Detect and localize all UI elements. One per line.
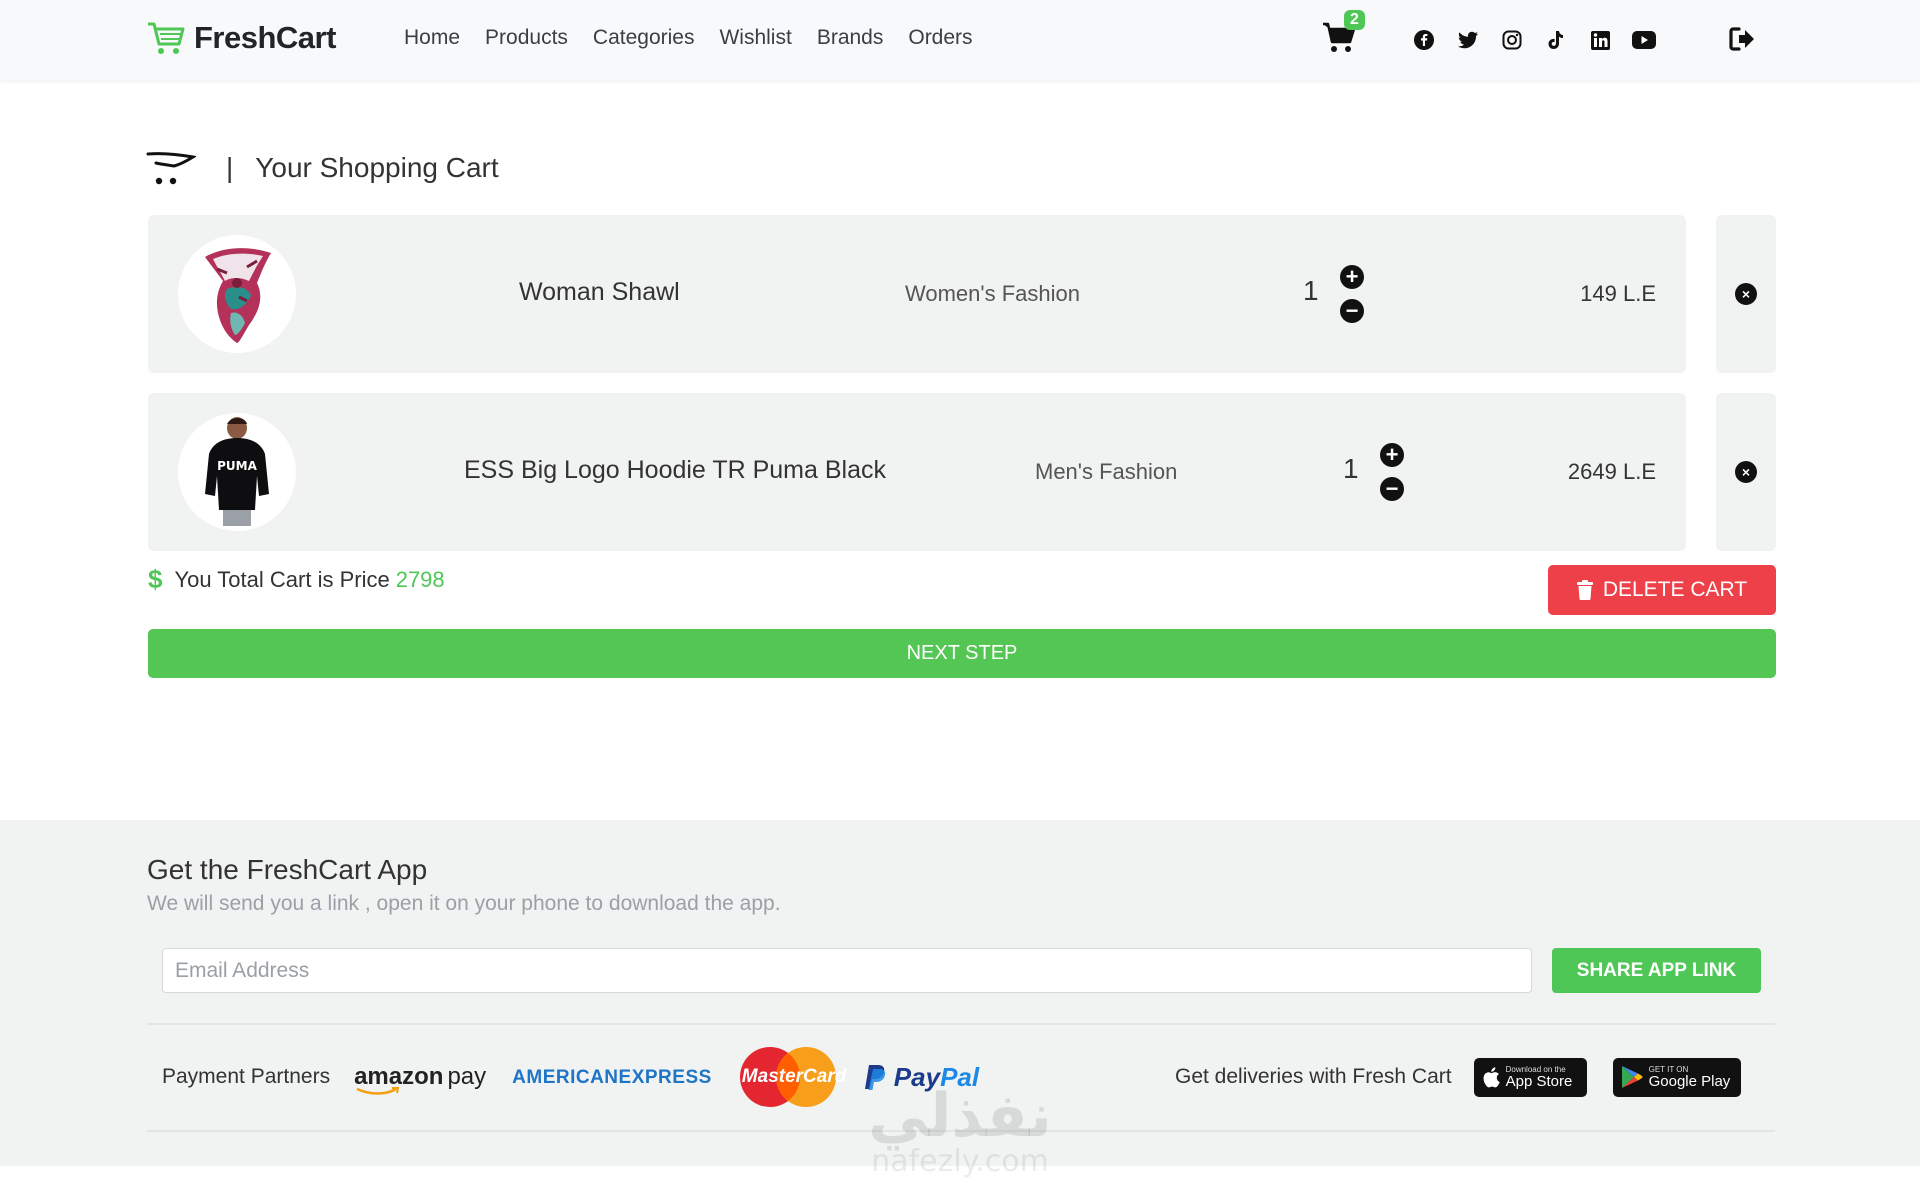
social-links [1412, 28, 1656, 52]
twitter-icon[interactable] [1456, 28, 1480, 52]
nav-link-home[interactable]: Home [404, 26, 460, 50]
delete-cart-button[interactable]: DELETE CART [1548, 565, 1776, 615]
item-price: 149 L.E [1580, 281, 1656, 306]
app-store-big-text: App Store [1505, 1072, 1573, 1090]
cart-item: Woman Shawl Women's Fashion 1 + − 149 L.… [148, 215, 1686, 373]
nav-link-categories[interactable]: Categories [593, 26, 695, 50]
watermark-latin: nafezly.com [871, 1144, 1049, 1179]
trash-icon [1576, 580, 1593, 600]
quantity-stepper: + − [1340, 265, 1364, 323]
dollar-icon: $ [148, 564, 163, 594]
brand-logo[interactable]: FreshCart [146, 20, 336, 56]
watermark-arabic: نفذلي [868, 1081, 1052, 1151]
cart-header-separator: | [226, 152, 234, 183]
apple-icon [1483, 1067, 1500, 1088]
total-value: 2798 [395, 566, 445, 592]
item-quantity: 1 [1303, 275, 1319, 306]
total-label: You Total Cart is Price [174, 566, 390, 592]
increase-quantity-button[interactable]: + [1340, 265, 1364, 289]
logout-icon[interactable] [1728, 26, 1756, 52]
amex-line1: AMERICAN [512, 1066, 619, 1088]
item-quantity: 1 [1343, 453, 1359, 484]
item-price: 2649 L.E [1567, 459, 1656, 484]
quantity-stepper: + − [1380, 443, 1404, 501]
google-play-icon [1621, 1066, 1643, 1088]
decrease-quantity-button[interactable]: − [1380, 477, 1404, 501]
next-step-label: NEXT STEP [906, 642, 1018, 664]
youtube-icon[interactable] [1632, 28, 1656, 52]
delete-cart-label: DELETE CART [1602, 578, 1748, 601]
cart-total: $ You Total Cart is Price 2798 [148, 564, 445, 595]
item-category: Women's Fashion [905, 281, 1080, 306]
page-title: Your Shopping Cart [255, 152, 499, 183]
instagram-icon[interactable] [1500, 28, 1524, 52]
amazon-pay-logo: amazon pay [354, 1063, 487, 1095]
footer-subtitle: We will send you a link , open it on you… [147, 892, 781, 915]
amex-line2: EXPRESS [618, 1066, 712, 1088]
decrease-quantity-button[interactable]: − [1340, 299, 1364, 323]
product-image-shawl[interactable] [178, 235, 296, 353]
footer-title: Get the FreshCart App [147, 854, 428, 885]
brand-name: FreshCart [194, 20, 336, 55]
item-category: Men's Fashion [1035, 459, 1178, 484]
shopping-cart-logo-icon [148, 22, 185, 54]
google-play-button[interactable]: GET IT ON Google Play [1612, 1057, 1741, 1097]
facebook-icon[interactable] [1412, 28, 1436, 52]
share-app-link-button[interactable]: SHARE APP LINK [1552, 948, 1761, 993]
american-express-logo: AMERICAN EXPRESS [512, 1066, 712, 1088]
linkedin-icon[interactable] [1588, 28, 1612, 52]
item-name[interactable]: Woman Shawl [519, 278, 680, 307]
next-step-button[interactable]: NEXT STEP [148, 629, 1776, 678]
cart-count-badge: 2 [1344, 10, 1365, 30]
item-name[interactable]: ESS Big Logo Hoodie TR Puma Black [464, 456, 886, 485]
google-play-big-text: Google Play [1648, 1072, 1731, 1090]
cart-header: | Your Shopping Cart [146, 148, 499, 188]
nav-links: Home Products Categories Wishlist Brands… [404, 26, 973, 50]
nav-cart-button[interactable]: 2 [1322, 10, 1365, 58]
remove-item-cell: × [1716, 215, 1776, 373]
nav-link-products[interactable]: Products [485, 26, 568, 50]
deliveries-label: Get deliveries with Fresh Cart [1175, 1065, 1452, 1088]
divider [147, 1023, 1775, 1025]
mastercard-text: MasterCard [741, 1066, 847, 1087]
email-field[interactable] [162, 948, 1532, 993]
nav-link-orders[interactable]: Orders [908, 26, 972, 50]
nav-link-wishlist[interactable]: Wishlist [719, 26, 791, 50]
increase-quantity-button[interactable]: + [1380, 443, 1404, 467]
app-store-button[interactable]: Download on the App Store [1473, 1057, 1587, 1097]
remove-item-icon[interactable]: × [1735, 283, 1757, 305]
remove-item-cell: × [1716, 393, 1776, 551]
mastercard-logo: MasterCard [738, 1046, 847, 1108]
cart-item: PUMA ESS Big Logo Hoodie TR Puma Black M… [148, 393, 1686, 551]
amazon-pay-suffix: pay [447, 1063, 487, 1090]
shopping-cart-outline-icon [146, 152, 196, 185]
payment-partners-label: Payment Partners [162, 1065, 331, 1088]
tiktok-icon[interactable] [1544, 28, 1568, 52]
navbar: FreshCart Home Products Categories Wishl… [0, 0, 1920, 80]
share-app-link-label: SHARE APP LINK [1576, 959, 1737, 981]
product-image-hoodie[interactable]: PUMA [178, 413, 296, 531]
app-downloads: Get deliveries with Fresh Cart Download … [1175, 1045, 1741, 1109]
remove-item-icon[interactable]: × [1735, 461, 1757, 483]
watermark: نفذلي nafezly.com [854, 1086, 1066, 1178]
svg-text:PUMA: PUMA [217, 459, 257, 473]
nav-link-brands[interactable]: Brands [817, 26, 884, 50]
